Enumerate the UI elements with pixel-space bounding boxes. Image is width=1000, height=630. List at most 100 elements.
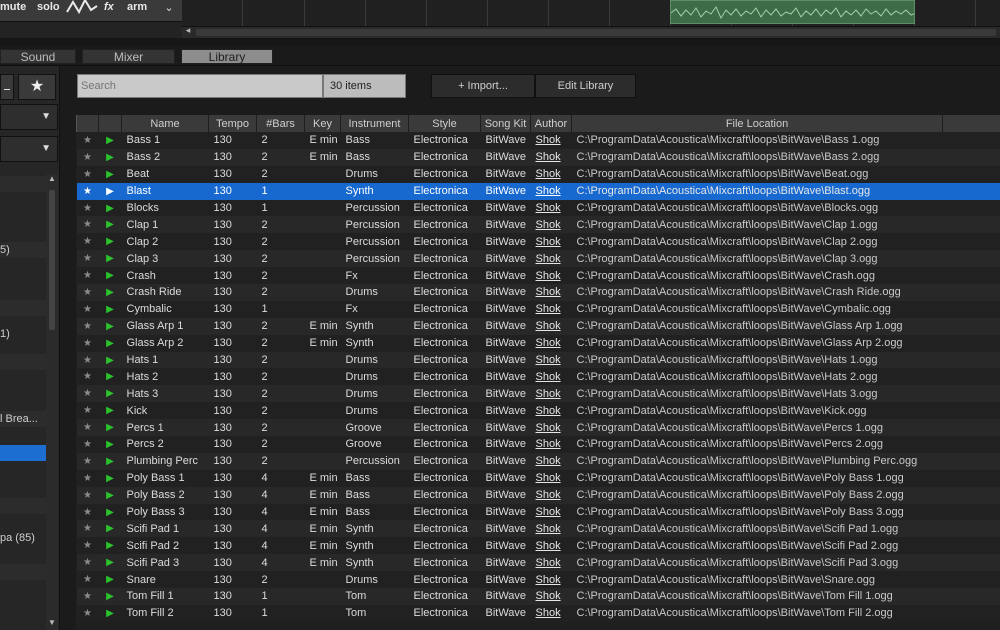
fx-button[interactable]: fx bbox=[104, 0, 114, 22]
favorite-star-icon[interactable]: ★ bbox=[76, 165, 99, 183]
tab-library[interactable]: Library bbox=[181, 49, 273, 64]
author-link[interactable]: Shok bbox=[530, 334, 572, 352]
sidebar-item[interactable] bbox=[0, 300, 46, 316]
play-icon[interactable]: ▶ bbox=[98, 588, 122, 605]
table-row[interactable]: ★ ▶ Clap 2 130 2 Percussion Electronica BitWave… bbox=[76, 233, 1000, 251]
author-link[interactable]: Shok bbox=[530, 132, 572, 149]
timeline[interactable] bbox=[182, 0, 1000, 26]
sidebar-item[interactable] bbox=[0, 275, 46, 291]
favorite-star-icon[interactable]: ★ bbox=[76, 284, 99, 301]
play-icon[interactable]: ▶ bbox=[98, 300, 122, 318]
favorite-star-icon[interactable]: ★ bbox=[76, 334, 99, 352]
scroll-left-icon[interactable]: ◂ bbox=[182, 25, 194, 37]
play-icon[interactable]: ▶ bbox=[98, 250, 122, 268]
favorite-star-icon[interactable]: ★ bbox=[76, 148, 99, 166]
table-row[interactable]: ★ ▶ Hats 2 130 2 Drums Electronica BitWave Shok C… bbox=[76, 368, 1000, 386]
column-header-instrument[interactable]: Instrument bbox=[340, 115, 409, 132]
favorite-star-icon[interactable]: ★ bbox=[76, 571, 99, 589]
author-link[interactable]: Shok bbox=[530, 250, 572, 268]
author-link[interactable]: Shok bbox=[530, 419, 572, 437]
table-row[interactable]: ★ ▶ Scifi Pad 3 130 4 E min Synth Electronica Bi… bbox=[76, 554, 1000, 572]
author-link[interactable]: Shok bbox=[530, 571, 572, 589]
play-icon[interactable]: ▶ bbox=[98, 537, 122, 555]
table-row[interactable]: ★ ▶ Tom Fill 1 130 1 Tom Electronica BitWave Sho… bbox=[76, 588, 1000, 605]
sidebar-item[interactable] bbox=[0, 564, 46, 580]
favorite-star-icon[interactable]: ★ bbox=[76, 317, 99, 335]
author-link[interactable]: Shok bbox=[530, 604, 572, 622]
mute-button[interactable]: mute bbox=[0, 0, 26, 22]
table-row[interactable]: ★ ▶ Hats 3 130 2 Drums Electronica BitWave Shok C… bbox=[76, 385, 1000, 403]
scroll-up-icon[interactable]: ▲ bbox=[46, 174, 58, 186]
timeline-scrollbar[interactable]: ◂ bbox=[182, 25, 1000, 38]
table-row[interactable]: ★ ▶ Crash Ride 130 2 Drums Electronica BitWave S… bbox=[76, 284, 1000, 301]
table-row[interactable]: ★ ▶ Tom Fill 2 130 1 Tom Electronica BitWave Sho… bbox=[76, 604, 1000, 622]
author-link[interactable]: Shok bbox=[530, 368, 572, 386]
subcategory-dropdown[interactable]: ▼ bbox=[0, 136, 58, 162]
sidebar-item[interactable]: pa (85) bbox=[0, 530, 46, 546]
play-icon[interactable]: ▶ bbox=[98, 604, 122, 622]
table-row[interactable]: ★ ▶ Kick 130 2 Drums Electronica BitWave Shok C:\… bbox=[76, 402, 1000, 420]
tab-sound[interactable]: Sound bbox=[0, 49, 76, 64]
play-icon[interactable]: ▶ bbox=[98, 402, 122, 420]
author-link[interactable]: Shok bbox=[530, 216, 572, 234]
play-icon[interactable]: ▶ bbox=[98, 233, 122, 251]
favorite-star-icon[interactable]: ★ bbox=[76, 604, 99, 622]
sidebar-item[interactable] bbox=[0, 594, 46, 610]
favorite-star-icon[interactable]: ★ bbox=[76, 554, 99, 572]
play-icon[interactable]: ▶ bbox=[98, 385, 122, 403]
favorite-star-icon[interactable]: ★ bbox=[76, 385, 99, 403]
sidebar-item[interactable] bbox=[0, 498, 46, 514]
play-icon[interactable]: ▶ bbox=[98, 368, 122, 386]
author-link[interactable]: Shok bbox=[530, 486, 572, 504]
category-dropdown[interactable]: ▼ bbox=[0, 104, 58, 130]
favorites-star-icon[interactable]: ★ bbox=[18, 74, 56, 100]
automation-icon[interactable] bbox=[66, 0, 98, 20]
table-row[interactable]: ★ ▶ Poly Bass 2 130 4 E min Bass Electronica Bit… bbox=[76, 486, 1000, 504]
play-icon[interactable]: ▶ bbox=[98, 571, 122, 589]
play-icon[interactable]: ▶ bbox=[98, 199, 122, 217]
table-row[interactable]: ★ ▶ Scifi Pad 2 130 4 E min Synth Electronica Bi… bbox=[76, 537, 1000, 555]
favorite-star-icon[interactable]: ★ bbox=[76, 520, 99, 538]
favorite-star-icon[interactable]: ★ bbox=[76, 182, 99, 200]
author-link[interactable]: Shok bbox=[530, 402, 572, 420]
play-icon[interactable]: ▶ bbox=[98, 284, 122, 301]
favorite-star-icon[interactable]: ★ bbox=[76, 267, 99, 285]
author-link[interactable]: Shok bbox=[530, 452, 572, 470]
edit-library-button[interactable]: Edit Library bbox=[535, 74, 636, 98]
author-link[interactable]: Shok bbox=[530, 317, 572, 335]
scrollbar-thumb[interactable] bbox=[196, 29, 996, 36]
favorite-star-icon[interactable]: ★ bbox=[76, 351, 99, 369]
favorite-star-icon[interactable]: ★ bbox=[76, 588, 99, 605]
table-row[interactable]: ★ ▶ Percs 2 130 2 Groove Electronica BitWave Sho… bbox=[76, 436, 1000, 453]
table-row[interactable]: ★ ▶ Bass 1 130 2 E min Bass Electronica BitWave S… bbox=[76, 132, 1000, 149]
table-row[interactable]: ★ ▶ Bass 2 130 2 E min Bass Electronica BitWave S… bbox=[76, 148, 1000, 166]
sidebar-menu-button[interactable] bbox=[0, 74, 14, 100]
column-header-favorite[interactable] bbox=[76, 115, 99, 132]
column-header-author[interactable]: Author bbox=[530, 115, 572, 132]
author-link[interactable]: Shok bbox=[530, 148, 572, 166]
search-input[interactable] bbox=[77, 74, 323, 98]
favorite-star-icon[interactable]: ★ bbox=[76, 300, 99, 318]
play-icon[interactable]: ▶ bbox=[98, 554, 122, 572]
favorite-star-icon[interactable]: ★ bbox=[76, 469, 99, 487]
sidebar-scrollbar[interactable]: ▲ ▼ bbox=[46, 174, 58, 630]
table-row[interactable]: ★ ▶ Percs 1 130 2 Groove Electronica BitWave Sho… bbox=[76, 419, 1000, 437]
author-link[interactable]: Shok bbox=[530, 385, 572, 403]
table-row[interactable]: ★ ▶ Hats 1 130 2 Drums Electronica BitWave Shok C… bbox=[76, 351, 1000, 369]
column-header-style[interactable]: Style bbox=[408, 115, 481, 132]
sidebar-item[interactable] bbox=[0, 471, 46, 487]
favorite-star-icon[interactable]: ★ bbox=[76, 503, 99, 521]
play-icon[interactable]: ▶ bbox=[98, 452, 122, 470]
author-link[interactable]: Shok bbox=[530, 351, 572, 369]
panel-divider[interactable] bbox=[0, 38, 1000, 46]
author-link[interactable]: Shok bbox=[530, 300, 572, 318]
column-header-key[interactable]: Key bbox=[304, 115, 341, 132]
sidebar-item[interactable]: l Brea... bbox=[0, 411, 46, 427]
author-link[interactable]: Shok bbox=[530, 284, 572, 301]
scroll-down-icon[interactable]: ▼ bbox=[46, 618, 58, 630]
table-row[interactable]: ★ ▶ Clap 1 130 2 Percussion Electronica BitWave… bbox=[76, 216, 1000, 234]
table-row[interactable]: ★ ▶ Poly Bass 1 130 4 E min Bass Electronica Bit… bbox=[76, 469, 1000, 487]
favorite-star-icon[interactable]: ★ bbox=[76, 402, 99, 420]
scrollbar-thumb[interactable] bbox=[49, 190, 55, 330]
author-link[interactable]: Shok bbox=[530, 199, 572, 217]
